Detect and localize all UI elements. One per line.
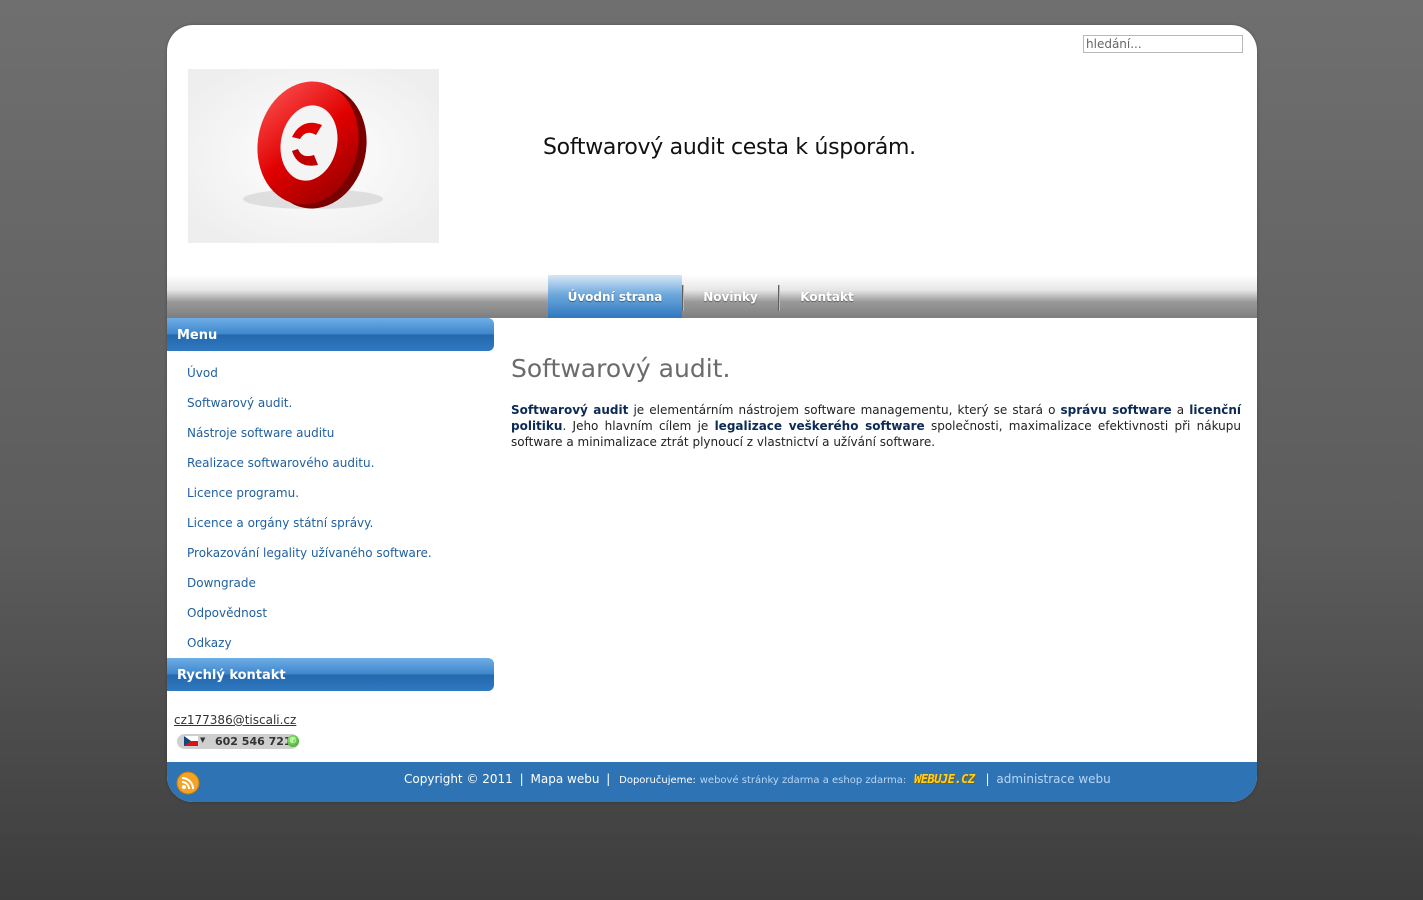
sidebar-item-downgrade[interactable]: Downgrade: [187, 576, 256, 590]
site-slogan: Softwarový audit cesta k úsporám.: [543, 135, 916, 160]
rss-icon[interactable]: [176, 771, 200, 795]
recommend-link[interactable]: webové stránky zdarma a eshop zdarma:: [700, 775, 907, 786]
text-segment: . Jeho hlavním cílem je: [562, 419, 715, 433]
keyword-softwarovy-audit: Softwarový audit: [511, 403, 629, 417]
main-navigation: Úvodní strana Novinky Kontakt: [167, 275, 1257, 318]
sidebar-menu-heading: Menu: [167, 318, 494, 351]
page-container: Softwarový audit cesta k úsporám. Úvodní…: [167, 25, 1257, 802]
contact-email-link[interactable]: cz177386@tiscali.cz: [174, 713, 296, 727]
chevron-down-icon[interactable]: ▼: [200, 736, 205, 744]
logo-image: [188, 69, 439, 243]
search-input[interactable]: [1083, 35, 1243, 53]
phone-icon[interactable]: ✆: [287, 735, 299, 747]
czech-flag-icon: [184, 736, 198, 746]
keyword-spravu-software: správu software: [1060, 403, 1172, 417]
quick-contact-heading: Rychlý kontakt: [167, 658, 494, 691]
sidebar-item-odpovednost[interactable]: Odpovědnost: [187, 606, 267, 620]
footer-line: Copyright © 2011 | Mapa webu | Doporučuj…: [404, 772, 1111, 786]
text-segment: a: [1171, 403, 1190, 417]
nav-item-news[interactable]: Novinky: [683, 275, 778, 318]
nav-item-home[interactable]: Úvodní strana: [548, 275, 682, 318]
intro-paragraph: Softwarový audit je elementárním nástroj…: [511, 402, 1241, 450]
footer: Copyright © 2011 | Mapa webu | Doporučuj…: [167, 762, 1257, 802]
keyword-legalizace: legalizace veškerého software: [714, 419, 925, 433]
sidebar-item-odkazy[interactable]: Odkazy: [187, 636, 232, 650]
phone-number: 602 546 721: [215, 735, 292, 748]
sidebar-item-prokazovani[interactable]: Prokazování legality užívaného software.: [187, 546, 432, 560]
footer-separator: |: [985, 772, 990, 786]
webuje-logo[interactable]: WEBUJE.CZ: [914, 772, 975, 786]
sidebar-item-softwarovy-audit[interactable]: Softwarový audit.: [187, 396, 292, 410]
sidebar-item-nastroje[interactable]: Nástroje software auditu: [187, 426, 334, 440]
recommend-label: Doporučujeme:: [619, 775, 696, 786]
nav-item-contact[interactable]: Kontakt: [779, 275, 875, 318]
sidebar-item-licence-programu[interactable]: Licence programu.: [187, 486, 299, 500]
sidebar-item-uvod[interactable]: Úvod: [187, 366, 218, 380]
phone-badge[interactable]: ▼ 602 546 721 ✆: [177, 734, 299, 749]
footer-separator: |: [519, 772, 524, 786]
footer-separator: |: [606, 772, 611, 786]
sidebar-item-realizace[interactable]: Realizace softwarového auditu.: [187, 456, 374, 470]
sitemap-link[interactable]: Mapa webu: [531, 772, 600, 786]
text-segment: je elementárním nástrojem software manag…: [628, 403, 1061, 417]
copyright-text: Copyright © 2011: [404, 772, 513, 786]
sidebar-item-licence-organy[interactable]: Licence a orgány státní správy.: [187, 516, 373, 530]
page-title: Softwarový audit.: [511, 354, 731, 383]
admin-link[interactable]: administrace webu: [996, 772, 1110, 786]
